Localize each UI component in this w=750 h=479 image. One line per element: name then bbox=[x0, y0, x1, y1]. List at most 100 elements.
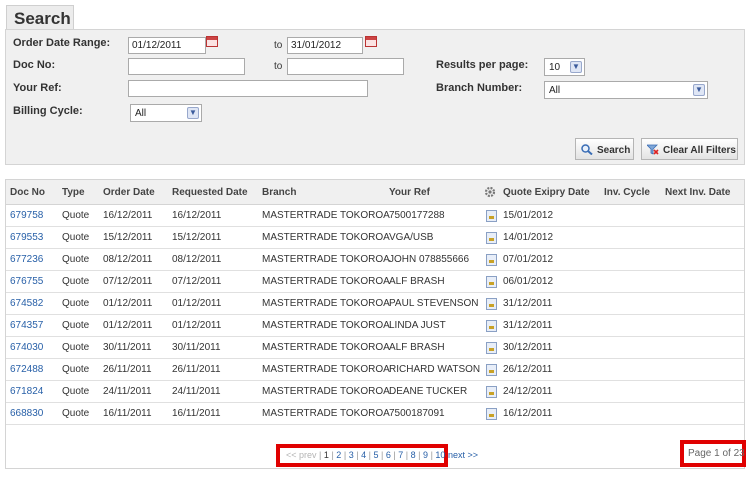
search-filter-panel: Order Date Range: to Doc No: to Your Ref… bbox=[5, 29, 745, 165]
type-cell: Quote bbox=[62, 386, 90, 397]
table-row[interactable]: 677236 Quote 08/12/2011 08/12/2011 MASTE… bbox=[6, 249, 744, 271]
your-ref-cell: JOHN 078855666 bbox=[389, 254, 470, 265]
results-table: Doc No Type Order Date Requested Date Br… bbox=[5, 179, 745, 469]
clear-filter-icon bbox=[646, 144, 659, 155]
quote-document-icon[interactable] bbox=[486, 232, 497, 244]
doc-no-link[interactable]: 674582 bbox=[10, 298, 43, 309]
to-label: to bbox=[274, 40, 283, 51]
quote-document-icon[interactable] bbox=[486, 342, 497, 354]
tab-search[interactable]: Search bbox=[6, 5, 74, 29]
column-header-quote-expiry-date[interactable]: Quote Exipry Date bbox=[503, 187, 590, 198]
page-link[interactable]: 3 bbox=[349, 450, 354, 460]
doc-no-link[interactable]: 677236 bbox=[10, 254, 43, 265]
order-date-cell: 26/11/2011 bbox=[103, 364, 152, 375]
column-header-your-ref[interactable]: Your Ref bbox=[389, 187, 430, 198]
results-per-page-select[interactable]: 10 ▼ bbox=[544, 58, 585, 76]
calendar-icon[interactable] bbox=[365, 36, 377, 47]
your-ref-cell: 7500177288 bbox=[389, 210, 445, 221]
table-row[interactable]: 679553 Quote 15/12/2011 15/12/2011 MASTE… bbox=[6, 227, 744, 249]
calendar-icon[interactable] bbox=[206, 36, 218, 47]
page-link[interactable]: 10 bbox=[435, 450, 445, 460]
column-header-inv-cycle[interactable]: Inv. Cycle bbox=[604, 187, 650, 198]
quote-document-icon[interactable] bbox=[486, 298, 497, 310]
billing-cycle-label: Billing Cycle: bbox=[13, 105, 83, 117]
your-ref-input[interactable] bbox=[128, 80, 368, 97]
page-link[interactable]: 7 bbox=[398, 450, 403, 460]
pagination: << prev | 1 | 2 | 3 | 4 | 5 | 6 | 7 | 8 … bbox=[276, 444, 478, 467]
column-header-order-date[interactable]: Order Date bbox=[103, 187, 155, 198]
order-date-cell: 07/12/2011 bbox=[103, 276, 153, 287]
branch-cell: MASTERTRADE TOKOROA bbox=[262, 298, 390, 309]
column-header-requested-date[interactable]: Requested Date bbox=[172, 187, 248, 198]
page-link-current: 1 bbox=[323, 450, 329, 460]
requested-date-cell: 30/11/2011 bbox=[172, 342, 221, 353]
page-link[interactable]: 5 bbox=[373, 450, 378, 460]
table-row[interactable]: 676755 Quote 07/12/2011 07/12/2011 MASTE… bbox=[6, 271, 744, 293]
branch-number-select[interactable]: All ▼ bbox=[544, 81, 708, 99]
quote-document-icon[interactable] bbox=[486, 210, 497, 222]
doc-no-link[interactable]: 679758 bbox=[10, 210, 43, 221]
type-cell: Quote bbox=[62, 210, 90, 221]
your-ref-cell: LINDA JUST bbox=[389, 320, 446, 331]
table-row[interactable]: 674582 Quote 01/12/2011 01/12/2011 MASTE… bbox=[6, 293, 744, 315]
chevron-down-icon: ▼ bbox=[187, 107, 199, 119]
doc-no-link[interactable]: 676755 bbox=[10, 276, 43, 287]
doc-no-to-input[interactable] bbox=[287, 58, 404, 75]
type-cell: Quote bbox=[62, 408, 90, 419]
table-row[interactable]: 674357 Quote 01/12/2011 01/12/2011 MASTE… bbox=[6, 315, 744, 337]
doc-no-link[interactable]: 679553 bbox=[10, 232, 43, 243]
order-date-cell: 15/12/2011 bbox=[103, 232, 153, 243]
quote-expiry-date-cell: 30/12/2011 bbox=[503, 342, 553, 353]
clear-all-filters-button[interactable]: Clear All Filters bbox=[641, 138, 738, 160]
chevron-down-icon: ▼ bbox=[693, 84, 705, 96]
branch-cell: MASTERTRADE TOKOROA bbox=[262, 408, 390, 419]
quote-document-icon[interactable] bbox=[486, 364, 497, 376]
search-button[interactable]: Search bbox=[575, 138, 634, 160]
page-link[interactable]: 2 bbox=[336, 450, 341, 460]
table-row[interactable]: 679758 Quote 16/12/2011 16/12/2011 MASTE… bbox=[6, 205, 744, 227]
order-date-cell: 16/11/2011 bbox=[103, 408, 152, 419]
chevron-down-icon: ▼ bbox=[570, 61, 582, 73]
column-header-doc-no[interactable]: Doc No bbox=[10, 187, 45, 198]
quote-document-icon[interactable] bbox=[486, 386, 497, 398]
table-row[interactable]: 674030 Quote 30/11/2011 30/11/2011 MASTE… bbox=[6, 337, 744, 359]
column-header-branch[interactable]: Branch bbox=[262, 187, 296, 198]
branch-cell: MASTERTRADE TOKOROA bbox=[262, 276, 390, 287]
billing-cycle-select[interactable]: All ▼ bbox=[130, 104, 202, 122]
requested-date-cell: 16/11/2011 bbox=[172, 408, 221, 419]
order-date-cell: 08/12/2011 bbox=[103, 254, 153, 265]
order-date-range-label: Order Date Range: bbox=[13, 37, 111, 49]
page-link[interactable]: 4 bbox=[361, 450, 366, 460]
quote-document-icon[interactable] bbox=[486, 254, 497, 266]
gear-icon[interactable] bbox=[484, 186, 496, 201]
table-row[interactable]: 671824 Quote 24/11/2011 24/11/2011 MASTE… bbox=[6, 381, 744, 403]
doc-no-link[interactable]: 674357 bbox=[10, 320, 43, 331]
order-date-cell: 01/12/2011 bbox=[103, 298, 153, 309]
table-row[interactable]: 668830 Quote 16/11/2011 16/11/2011 MASTE… bbox=[6, 403, 744, 425]
your-ref-cell: DEANE TUCKER bbox=[389, 386, 468, 397]
next-page-link[interactable]: next >> bbox=[448, 450, 478, 460]
type-cell: Quote bbox=[62, 320, 90, 331]
quote-expiry-date-cell: 16/12/2011 bbox=[503, 408, 553, 419]
quote-document-icon[interactable] bbox=[486, 408, 497, 420]
table-row[interactable]: 672488 Quote 26/11/2011 26/11/2011 MASTE… bbox=[6, 359, 744, 381]
page-link[interactable]: 9 bbox=[423, 450, 428, 460]
page-link[interactable]: 8 bbox=[411, 450, 416, 460]
magnifier-icon bbox=[581, 144, 593, 156]
quote-document-icon[interactable] bbox=[486, 276, 497, 288]
page-link[interactable]: 6 bbox=[386, 450, 391, 460]
branch-cell: MASTERTRADE TOKOROA bbox=[262, 320, 390, 331]
doc-no-link[interactable]: 672488 bbox=[10, 364, 43, 375]
requested-date-cell: 24/11/2011 bbox=[172, 386, 221, 397]
order-date-from-input[interactable] bbox=[128, 37, 206, 54]
doc-no-from-input[interactable] bbox=[128, 58, 245, 75]
column-header-type[interactable]: Type bbox=[62, 187, 85, 198]
quote-document-icon[interactable] bbox=[486, 320, 497, 332]
prev-page-link: << prev bbox=[286, 450, 317, 460]
doc-no-link[interactable]: 671824 bbox=[10, 386, 43, 397]
doc-no-link[interactable]: 674030 bbox=[10, 342, 43, 353]
order-date-cell: 16/12/2011 bbox=[103, 210, 153, 221]
order-date-to-input[interactable] bbox=[287, 37, 363, 54]
doc-no-link[interactable]: 668830 bbox=[10, 408, 43, 419]
column-header-next-inv-date[interactable]: Next Inv. Date bbox=[665, 187, 730, 198]
